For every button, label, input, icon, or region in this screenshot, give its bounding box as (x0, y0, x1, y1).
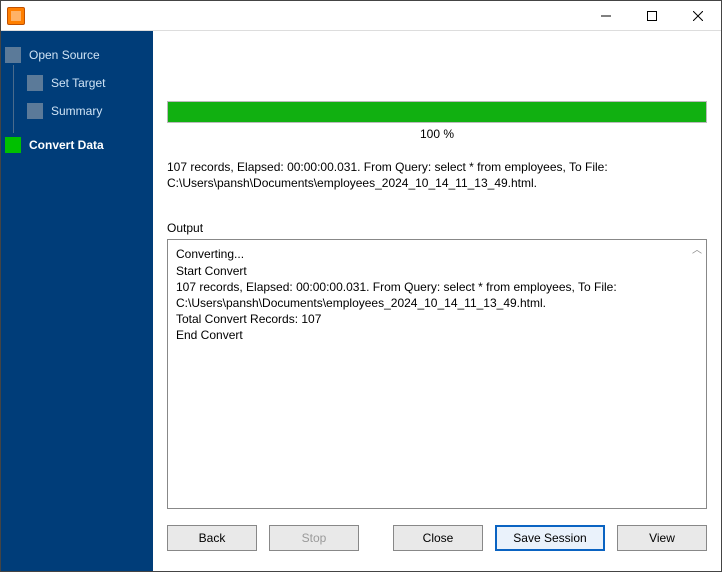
close-button[interactable]: Close (393, 525, 483, 551)
output-textbox[interactable]: ︿ Converting... Start Convert 107 record… (167, 239, 707, 509)
save-session-button[interactable]: Save Session (495, 525, 605, 551)
close-window-button[interactable] (675, 1, 721, 30)
step-summary[interactable]: Summary (1, 97, 153, 125)
step-bullet-icon (5, 137, 21, 153)
step-label: Set Target (51, 76, 105, 90)
status-line: 107 records, Elapsed: 00:00:00.031. From… (167, 159, 707, 191)
step-bullet-icon (27, 75, 43, 91)
step-label: Summary (51, 104, 102, 118)
scroll-up-icon[interactable]: ︿ (692, 244, 702, 258)
button-row: Back Stop Close Save Session View (167, 519, 707, 561)
back-button[interactable]: Back (167, 525, 257, 551)
step-label: Convert Data (29, 138, 104, 152)
gap (371, 525, 381, 551)
progress-section: 100 % (167, 101, 707, 141)
body: Open Source Set Target Summary Convert D… (1, 31, 721, 571)
maximize-button[interactable] (629, 1, 675, 30)
output-line: End Convert (176, 327, 698, 343)
step-bullet-icon (5, 47, 21, 63)
step-bullet-icon (27, 103, 43, 119)
app-window: Open Source Set Target Summary Convert D… (0, 0, 722, 572)
step-set-target[interactable]: Set Target (1, 69, 153, 97)
view-button[interactable]: View (617, 525, 707, 551)
content-panel: 100 % 107 records, Elapsed: 00:00:00.031… (153, 31, 721, 571)
wizard-sidebar: Open Source Set Target Summary Convert D… (1, 31, 153, 571)
output-line: Start Convert (176, 263, 698, 279)
window-controls (583, 1, 721, 30)
output-line: 107 records, Elapsed: 00:00:00.031. From… (176, 279, 698, 311)
step-label: Open Source (29, 48, 100, 62)
output-label: Output (167, 221, 707, 235)
titlebar (1, 1, 721, 31)
step-open-source[interactable]: Open Source (1, 41, 153, 69)
stop-button: Stop (269, 525, 359, 551)
progress-percent: 100 % (167, 127, 707, 141)
output-line: Total Convert Records: 107 (176, 311, 698, 327)
app-icon (7, 7, 25, 25)
minimize-button[interactable] (583, 1, 629, 30)
progress-bar (167, 101, 707, 123)
output-line: Converting... (176, 246, 698, 262)
progress-fill (168, 102, 706, 122)
step-convert-data[interactable]: Convert Data (1, 131, 153, 159)
